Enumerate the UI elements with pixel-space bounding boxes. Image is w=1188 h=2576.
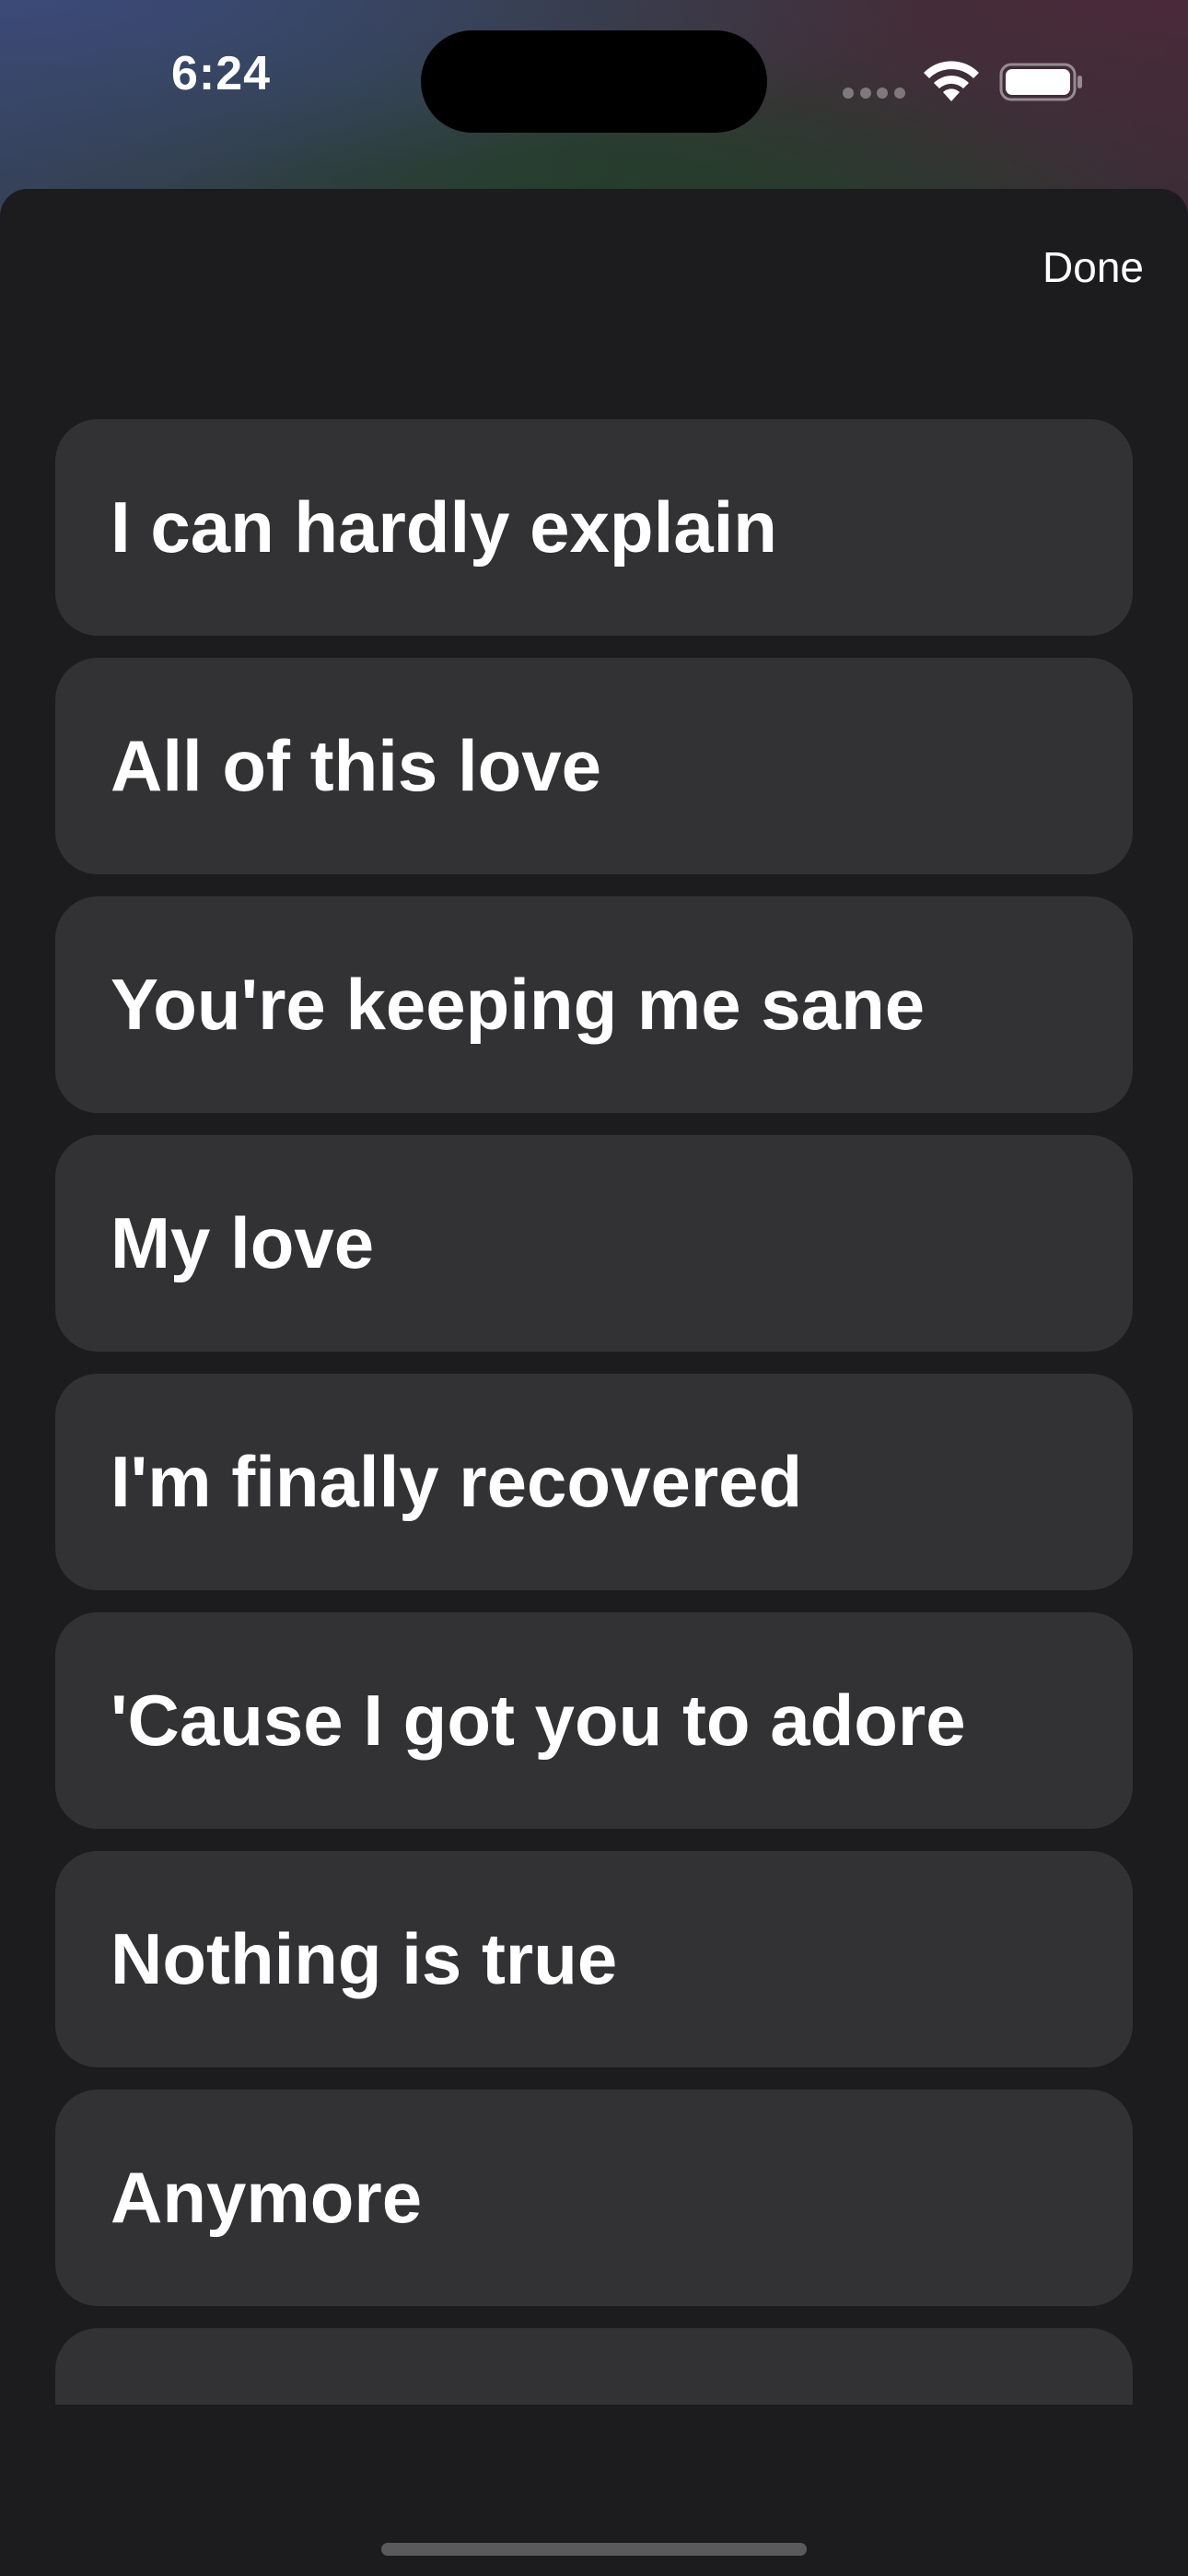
lyrics-list-viewport[interactable]: I can hardly explain All of this love Yo… (55, 419, 1133, 2405)
lyric-line[interactable] (55, 2328, 1133, 2405)
lyrics-list: I can hardly explain All of this love Yo… (55, 419, 1133, 2405)
cellular-signal-icon (843, 88, 905, 99)
home-indicator[interactable] (381, 2543, 807, 2556)
status-bar: 6:24 (0, 0, 1188, 184)
lyric-line-text: My love (111, 1202, 375, 1283)
lyric-line-text: Anymore (111, 2157, 423, 2238)
lyric-line[interactable]: All of this love (55, 658, 1133, 874)
lyric-line[interactable]: 'Cause I got you to adore (55, 1612, 1133, 1829)
battery-icon (999, 63, 1082, 101)
lyric-line-text: 'Cause I got you to adore (111, 1680, 966, 1761)
lyric-line[interactable]: You're keeping me sane (55, 896, 1133, 1113)
lyric-line[interactable]: My love (55, 1135, 1133, 1352)
done-button[interactable]: Done (1042, 242, 1144, 292)
lyric-line[interactable]: Nothing is true (55, 1851, 1133, 2067)
lyric-line[interactable]: I can hardly explain (55, 419, 1133, 636)
dynamic-island (421, 30, 767, 133)
lyric-line-text: Nothing is true (111, 1918, 618, 1999)
status-time: 6:24 (170, 47, 272, 100)
lyrics-sheet: Done I can hardly explain All of this lo… (0, 189, 1188, 2576)
lyric-line-text: I can hardly explain (111, 486, 777, 568)
wifi-icon (924, 61, 979, 101)
lyric-line-text: All of this love (111, 725, 602, 806)
lyric-line[interactable]: I'm finally recovered (55, 1374, 1133, 1590)
lyric-line-text: I'm finally recovered (111, 1441, 803, 1522)
lyric-line-text: You're keeping me sane (111, 964, 926, 1045)
lyric-line[interactable]: Anymore (55, 2090, 1133, 2306)
